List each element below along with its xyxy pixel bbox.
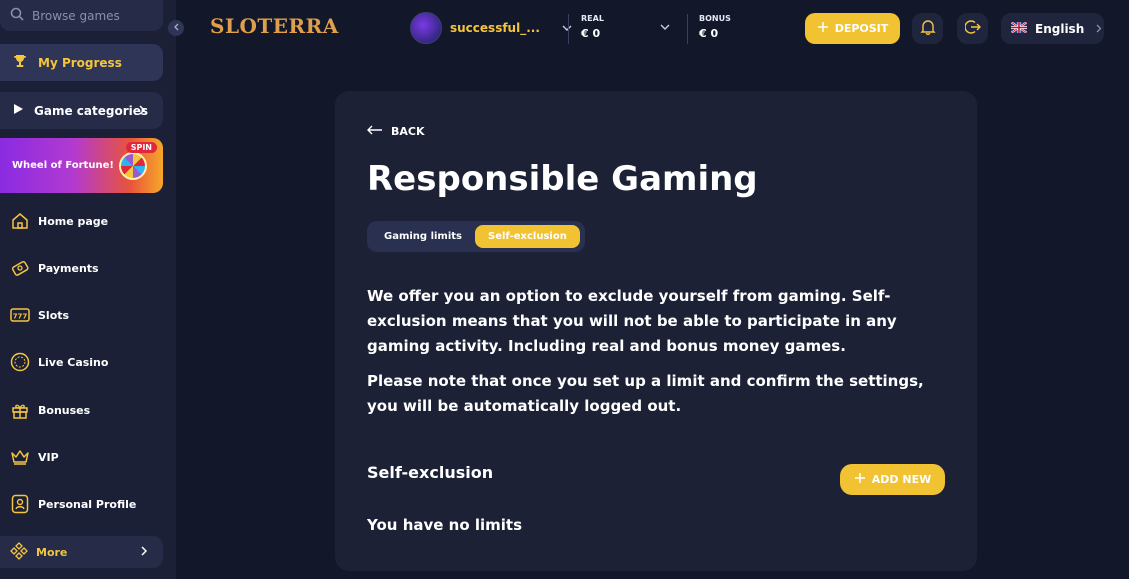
profile-icon: [10, 494, 30, 514]
add-new-button[interactable]: ADD NEW: [840, 464, 945, 495]
payments-icon: [10, 258, 30, 278]
sidebar-item-label: VIP: [38, 450, 59, 464]
balance-dropdown-icon[interactable]: [660, 22, 670, 33]
sidebar: Browse games My Progress Game categories…: [0, 0, 176, 579]
search-icon: [10, 7, 24, 24]
sidebar-item-slots[interactable]: 777 Slots: [10, 303, 69, 327]
collapse-sidebar-button[interactable]: [168, 20, 184, 36]
sidebar-item-label: Live Casino: [38, 355, 109, 369]
sidebar-item-vip[interactable]: VIP: [10, 445, 59, 469]
logout-icon: [963, 19, 981, 39]
slots-icon: 777: [10, 305, 30, 325]
language-selector[interactable]: English: [1001, 13, 1104, 44]
crown-icon: [10, 447, 30, 467]
chevron-right-icon: [138, 104, 146, 118]
chevron-right-icon: [1096, 22, 1102, 36]
home-icon: [10, 211, 30, 231]
real-balance[interactable]: REAL € 0: [581, 14, 604, 40]
username: successful_...: [450, 21, 540, 35]
bonus-balance-value: € 0: [699, 27, 719, 40]
tab-self-exclusion[interactable]: Self-exclusion: [475, 225, 580, 248]
avatar: [410, 12, 442, 44]
sidebar-item-label: Payments: [38, 261, 99, 275]
wheel-of-fortune-label: Wheel of Fortune!: [12, 160, 114, 171]
real-balance-label: REAL: [581, 14, 604, 23]
sidebar-item-label: Personal Profile: [38, 497, 137, 511]
deposit-label: DEPOSIT: [834, 22, 889, 35]
plus-icon: [817, 21, 829, 36]
chevron-left-icon: [173, 23, 179, 34]
divider: [687, 14, 688, 44]
back-button[interactable]: BACK: [367, 125, 425, 138]
sidebar-item-label: Home page: [38, 214, 109, 228]
warning-paragraph: Please note that once you set up a limit…: [367, 372, 924, 415]
game-categories-button[interactable]: Game categories: [0, 92, 163, 129]
arrow-left-icon: [367, 125, 383, 138]
notifications-button[interactable]: [912, 13, 943, 44]
logout-button[interactable]: [957, 13, 988, 44]
gift-icon: [10, 400, 30, 420]
add-new-label: ADD NEW: [871, 473, 932, 486]
deposit-button[interactable]: DEPOSIT: [805, 13, 900, 44]
language-label: English: [1035, 21, 1085, 36]
search-placeholder: Browse games: [32, 8, 120, 23]
real-balance-value: € 0: [581, 27, 601, 40]
chevron-down-icon: [562, 23, 572, 34]
divider: [568, 14, 569, 44]
play-icon: [12, 103, 24, 118]
user-menu[interactable]: successful_...: [410, 12, 572, 44]
tab-gaming-limits[interactable]: Gaming limits: [371, 225, 475, 248]
uk-flag-icon: [1010, 20, 1028, 36]
sidebar-item-bonuses[interactable]: Bonuses: [10, 398, 90, 422]
page-title: Responsible Gaming: [367, 159, 758, 199]
live-casino-icon: [10, 352, 30, 372]
sidebar-item-label: Slots: [38, 308, 70, 322]
trophy-icon: [12, 53, 28, 72]
bonus-balance: BONUS € 0: [699, 14, 731, 40]
wheel-icon: [119, 152, 147, 180]
bonus-balance-label: BONUS: [699, 14, 731, 23]
info-paragraph: We offer you an option to exclude yourse…: [367, 287, 897, 355]
plus-icon: [854, 472, 866, 487]
game-categories-label: Game categories: [34, 103, 148, 118]
back-label: BACK: [391, 125, 425, 138]
search-input[interactable]: Browse games: [0, 0, 163, 31]
more-button[interactable]: More: [0, 536, 163, 568]
my-progress-button[interactable]: My Progress: [0, 44, 163, 81]
section-title: Self-exclusion: [367, 463, 494, 482]
spin-badge: SPIN: [125, 142, 157, 153]
chevron-right-icon: [140, 545, 148, 559]
more-label: More: [36, 545, 68, 559]
empty-state-text: You have no limits: [367, 516, 523, 534]
wheel-of-fortune-banner[interactable]: Wheel of Fortune! SPIN: [0, 138, 163, 193]
sidebar-item-home[interactable]: Home page: [10, 209, 108, 233]
bell-icon: [919, 19, 936, 39]
my-progress-label: My Progress: [38, 55, 122, 70]
sidebar-item-payments[interactable]: Payments: [10, 256, 99, 280]
sidebar-item-personal-profile[interactable]: Personal Profile: [10, 492, 136, 516]
diamond-grid-icon: [10, 541, 28, 563]
sidebar-item-live-casino[interactable]: Live Casino: [10, 350, 108, 374]
svg-text:777: 777: [13, 313, 28, 321]
tabs: Gaming limits Self-exclusion: [367, 221, 585, 252]
sloterra-logo[interactable]: SLOTERRA: [210, 14, 339, 38]
responsible-gaming-card: BACK Responsible Gaming Gaming limits Se…: [335, 91, 977, 571]
sidebar-item-label: Bonuses: [38, 403, 91, 417]
